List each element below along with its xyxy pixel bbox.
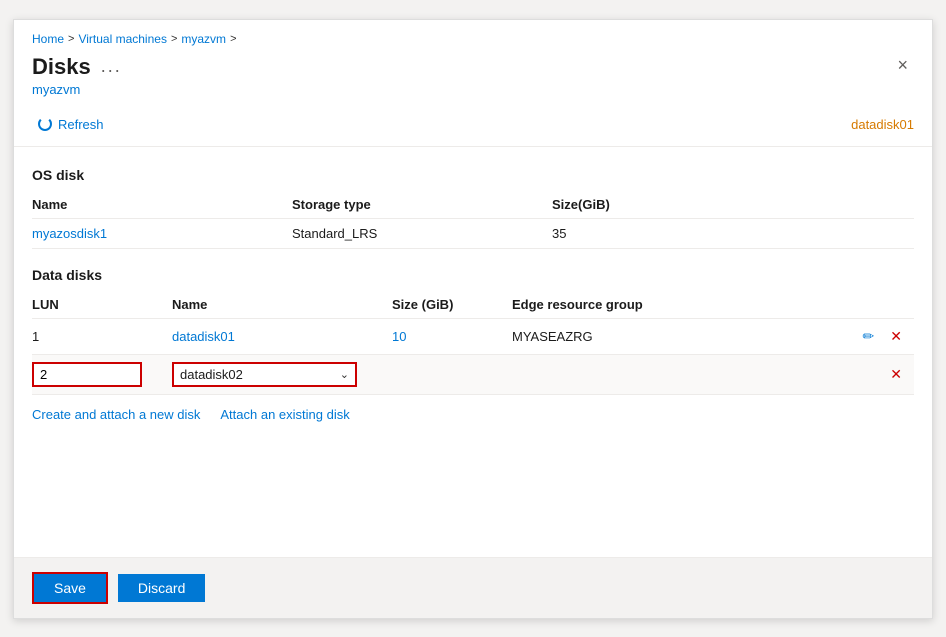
dd-edge-rg-new: ✕ (512, 354, 914, 394)
panel-header: Disks ... myazvm × (14, 50, 932, 107)
refresh-label: Refresh (58, 117, 104, 132)
os-col-size: Size(GiB) (552, 191, 914, 219)
os-col-storage: Storage type (292, 191, 552, 219)
dd-name-1[interactable]: datadisk01 (172, 318, 392, 354)
data-disk-new-row: datadisk02 ⌄ ✕ (32, 354, 914, 394)
panel-more-options[interactable]: ... (101, 56, 122, 77)
attach-existing-disk-link[interactable]: Attach an existing disk (220, 407, 349, 422)
dd-size-new (392, 354, 512, 394)
os-disk-size: 35 (552, 218, 914, 248)
dd-name-new-cell: datadisk02 ⌄ (172, 354, 392, 394)
data-disk-row: 1 datadisk01 10 MYASEAZRG ✏ ✕ (32, 318, 914, 354)
close-button[interactable]: × (891, 54, 914, 76)
dd-name-dropdown[interactable]: datadisk02 ⌄ (172, 362, 357, 387)
refresh-icon (38, 117, 52, 131)
os-disk-storage-type: Standard_LRS (292, 218, 552, 248)
footer: Save Discard (14, 557, 932, 618)
dd-lun-input[interactable] (32, 362, 142, 387)
dd-lun-1: 1 (32, 318, 172, 354)
breadcrumb: Home > Virtual machines > myazvm > (14, 20, 932, 50)
dd-remove-button-1[interactable]: ✕ (886, 326, 906, 347)
dd-edit-button-1[interactable]: ✏ (859, 326, 879, 347)
dd-remove-button-new[interactable]: ✕ (886, 364, 906, 385)
data-disks-table: LUN Name Size (GiB) Edge resource group … (32, 291, 914, 395)
data-disks-section-title: Data disks (32, 267, 914, 283)
breadcrumb-vms[interactable]: Virtual machines (78, 32, 167, 46)
panel-subtitle: myazvm (32, 82, 122, 97)
breadcrumb-sep-1: > (68, 33, 74, 45)
breadcrumb-sep-2: > (171, 33, 177, 45)
dd-edge-rg-1: MYASEAZRG ✏ ✕ (512, 318, 914, 354)
dd-col-edge-rg: Edge resource group (512, 291, 914, 319)
refresh-button[interactable]: Refresh (32, 113, 110, 136)
breadcrumb-home[interactable]: Home (32, 32, 64, 46)
discard-button[interactable]: Discard (118, 574, 205, 602)
content: OS disk Name Storage type Size(GiB) myaz… (14, 147, 932, 557)
panel-title: Disks ... (32, 54, 122, 80)
dd-size-1: 10 (392, 318, 512, 354)
dd-row-actions-1: ✏ ✕ (859, 326, 906, 347)
toolbar: Refresh datadisk01 (14, 107, 932, 147)
os-disk-name[interactable]: myazosdisk1 (32, 218, 292, 248)
panel: Home > Virtual machines > myazvm > Disks… (13, 19, 933, 619)
dd-edge-rg-value-1: MYASEAZRG (512, 329, 593, 344)
dd-lun-new-cell (32, 354, 172, 394)
panel-title-area: Disks ... myazvm (32, 54, 122, 97)
dd-col-name: Name (172, 291, 392, 319)
panel-title-text: Disks (32, 54, 91, 80)
save-button[interactable]: Save (32, 572, 108, 604)
os-col-name: Name (32, 191, 292, 219)
dd-col-size: Size (GiB) (392, 291, 512, 319)
dd-col-lun: LUN (32, 291, 172, 319)
os-disk-table: Name Storage type Size(GiB) myazosdisk1 … (32, 191, 914, 249)
os-disk-section-title: OS disk (32, 167, 914, 183)
create-attach-new-disk-link[interactable]: Create and attach a new disk (32, 407, 200, 422)
breadcrumb-vm[interactable]: myazvm (181, 32, 226, 46)
add-links: Create and attach a new disk Attach an e… (32, 395, 914, 430)
chevron-down-icon: ⌄ (340, 368, 349, 381)
dd-name-dropdown-value: datadisk02 (180, 367, 243, 382)
os-disk-row: myazosdisk1 Standard_LRS 35 (32, 218, 914, 248)
toolbar-disk-link[interactable]: datadisk01 (851, 117, 914, 132)
breadcrumb-sep-3: > (230, 33, 236, 45)
